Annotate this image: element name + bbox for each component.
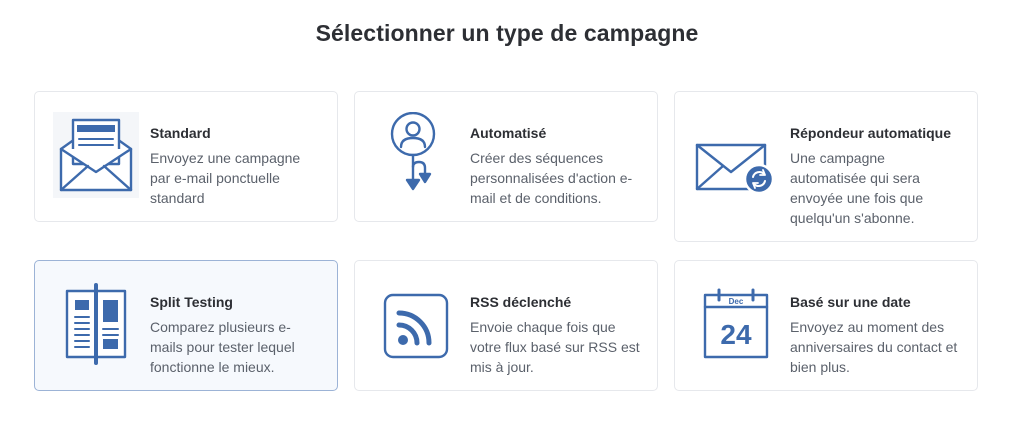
card-description: Comparez plusieurs e-mails pour tester l…	[150, 319, 295, 375]
card-description: Envoyez au moment des anniversaires du c…	[790, 319, 958, 375]
card-title: Automatisé	[470, 125, 547, 141]
calendar-icon: Dec 24	[693, 281, 779, 367]
calendar-month: Dec	[729, 297, 744, 306]
card-title: Standard	[150, 125, 211, 141]
card-title: RSS déclenché	[470, 294, 572, 310]
envelope-open-letter-icon	[53, 112, 139, 198]
campaign-card-split-testing[interactable]: Split Testing Comparez plusieurs e-mails…	[34, 260, 338, 391]
person-flow-icon	[373, 112, 459, 198]
rss-icon	[373, 281, 459, 367]
card-description: Envoie chaque fois que votre flux basé s…	[470, 319, 640, 375]
split-columns-icon	[53, 281, 139, 367]
card-description: Envoyez une campagne par e-mail ponctuel…	[150, 150, 301, 206]
campaign-card-automated[interactable]: Automatisé Créer des séquences personnal…	[354, 91, 658, 222]
campaign-card-autoresponder[interactable]: Répondeur automatique Une campagne autom…	[674, 91, 978, 242]
envelope-refresh-icon	[693, 130, 779, 216]
campaign-card-rss[interactable]: RSS déclenché Envoie chaque fois que vot…	[354, 260, 658, 391]
card-title: Répondeur automatique	[790, 125, 952, 141]
campaign-type-page: Sélectionner un type de campagne Standar…	[0, 0, 1024, 421]
campaign-card-standard[interactable]: Standard Envoyez une campagne par e-mail…	[34, 91, 338, 222]
campaign-card-date-based[interactable]: Dec 24 Basé sur une date Envoyez au mome…	[674, 260, 978, 391]
card-title: Split Testing	[150, 294, 233, 310]
card-description: Une campagne automatisée qui sera envoyé…	[790, 150, 924, 226]
page-title: Sélectionner un type de campagne	[315, 20, 699, 46]
card-title: Basé sur une date	[790, 294, 911, 310]
card-description: Créer des séquences personnalisées d'act…	[470, 150, 633, 206]
calendar-day: 24	[720, 319, 752, 350]
